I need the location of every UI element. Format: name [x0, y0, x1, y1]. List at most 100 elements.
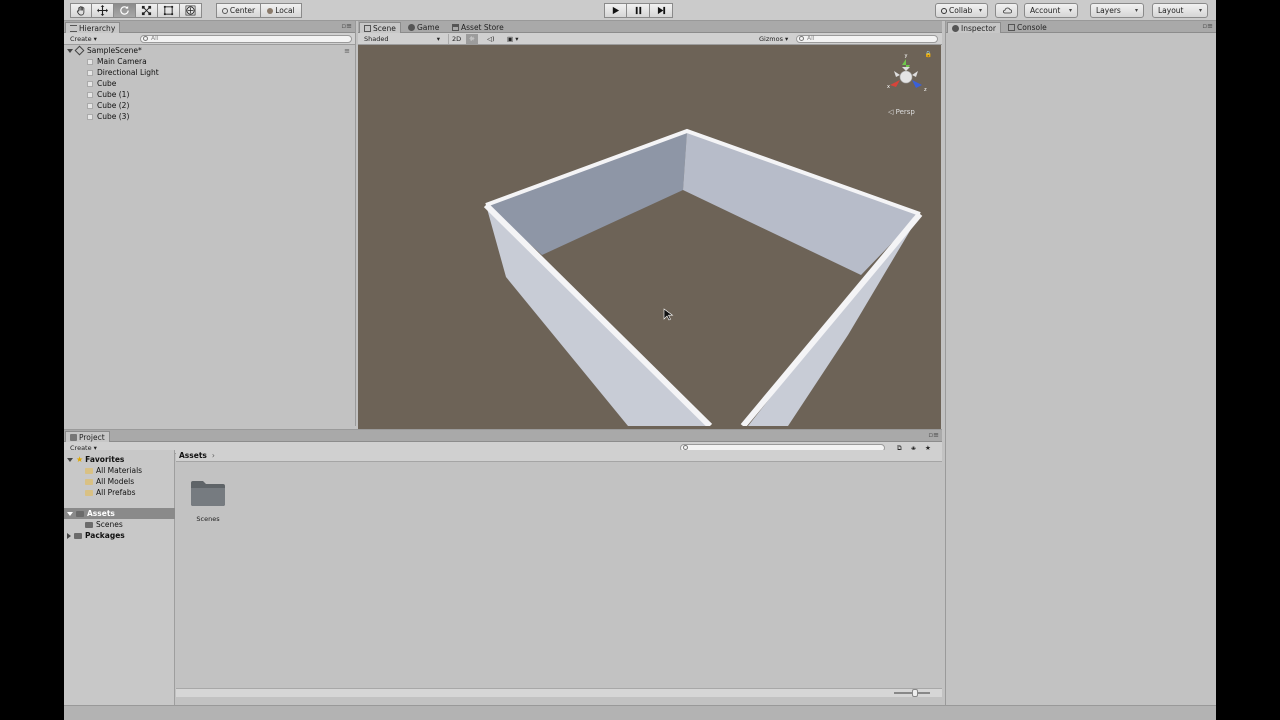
scene-root-row[interactable]: SampleScene* ≡ [67, 45, 352, 56]
scale-tool-button[interactable] [136, 3, 158, 18]
asset-folder-item[interactable]: Scenes [188, 479, 228, 523]
layers-dropdown[interactable]: Layers ▾ [1090, 3, 1144, 18]
favorite-item[interactable]: All Materials [85, 465, 142, 476]
inspector-tab-icon [952, 24, 959, 32]
scene-tab-label: Scene [373, 23, 396, 33]
scale-icon [141, 5, 152, 16]
console-tab-label: Console [1017, 23, 1047, 32]
cloud-button[interactable] [995, 3, 1018, 18]
gameobject-icon [87, 91, 93, 98]
scene-search-input[interactable]: All [796, 35, 938, 43]
status-bar [64, 705, 1216, 720]
scene-orientation-gizmo[interactable]: y x z 🔒 [880, 51, 932, 103]
tab-scene[interactable]: Scene [359, 22, 401, 33]
tab-asset-store[interactable]: Asset Store [448, 22, 508, 33]
scene-menu-icon[interactable]: ≡ [344, 47, 350, 55]
projection-toggle[interactable]: ◁ Persp [888, 108, 915, 116]
collab-check-icon [941, 7, 947, 14]
pivot-local-toggle[interactable]: Local [261, 3, 302, 18]
hierarchy-tabbar: Hierarchy ▫≡ [64, 21, 355, 33]
hierarchy-item[interactable]: Directional Light [87, 67, 159, 78]
account-label: Account [1030, 6, 1061, 15]
breadcrumb-assets[interactable]: Assets [179, 451, 207, 460]
hierarchy-item[interactable]: Cube (2) [87, 100, 129, 111]
scene-effects-dropdown[interactable]: ▣ ▾ [504, 34, 521, 44]
move-tool-button[interactable] [92, 3, 114, 18]
favorite-item[interactable]: All Models [85, 476, 134, 487]
tab-console[interactable]: Console [1004, 22, 1051, 33]
scene-audio-toggle[interactable]: ◁) [484, 34, 498, 44]
slider-thumb[interactable] [912, 689, 918, 697]
hierarchy-item-label: Directional Light [97, 68, 159, 77]
gizmo-lock-icon[interactable]: 🔒 [925, 51, 932, 58]
rect-tool-button[interactable] [158, 3, 180, 18]
gameobject-icon [87, 80, 93, 87]
hand-tool-button[interactable] [70, 3, 92, 18]
console-tab-icon [1008, 24, 1015, 31]
packages-folder-row[interactable]: Packages [67, 530, 125, 541]
rotate-tool-button[interactable] [114, 3, 136, 18]
svg-text:x: x [887, 84, 890, 90]
favorite-item-label: All Prefabs [96, 488, 136, 497]
hierarchy-item[interactable]: Cube (3) [87, 111, 129, 122]
project-panel: Project ▫≡ Create ▾ ⧉ ◈ ★ ★ Favorites Al… [64, 429, 942, 705]
favorite-item-label: All Models [96, 477, 135, 486]
shading-mode-label: Shaded [364, 35, 389, 43]
layout-dropdown[interactable]: Layout ▾ [1152, 3, 1208, 18]
account-dropdown[interactable]: Account ▾ [1024, 3, 1078, 18]
project-tab-icon [70, 433, 77, 441]
asset-subfolder-row[interactable]: Scenes [85, 519, 123, 530]
shading-mode-dropdown[interactable]: Shaded ▾ [361, 34, 443, 44]
layout-label: Layout [1158, 6, 1184, 15]
tab-game[interactable]: Game [404, 22, 443, 33]
collab-dropdown[interactable]: Collab ▾ [935, 3, 988, 18]
hierarchy-search-input[interactable]: All [140, 35, 352, 43]
assets-folder-row[interactable]: Assets [64, 508, 175, 519]
collapse-arrow-icon [67, 532, 71, 539]
playback-group [604, 3, 673, 18]
transform-tools-group [70, 3, 202, 18]
mode-2d-label: 2D [452, 35, 462, 43]
scene-lighting-toggle[interactable]: ☼ [466, 34, 478, 44]
search-folder-icon [85, 489, 93, 496]
tab-hierarchy[interactable]: Hierarchy [65, 22, 121, 33]
favorites-row[interactable]: ★ Favorites [67, 454, 174, 465]
favorite-item[interactable]: All Prefabs [85, 487, 136, 498]
hierarchy-item[interactable]: Cube (1) [87, 89, 129, 100]
mode-2d-toggle[interactable]: 2D [448, 34, 464, 44]
icon-size-slider[interactable] [894, 689, 930, 697]
assets-folder-label: Assets [87, 509, 115, 518]
hierarchy-item-label: Cube [97, 79, 117, 88]
collab-caret-icon: ▾ [978, 7, 982, 14]
svg-text:z: z [924, 87, 927, 93]
asset-store-tab-label: Asset Store [461, 23, 504, 32]
tab-project[interactable]: Project [65, 431, 110, 442]
tab-inspector[interactable]: Inspector [947, 22, 1001, 33]
hierarchy-item[interactable]: Cube [87, 78, 116, 89]
collab-label: Collab [949, 6, 973, 15]
hierarchy-panel: Hierarchy ▫≡ Create ▾ All SampleScene* ≡… [64, 21, 356, 426]
lighting-icon: ☼ [469, 35, 475, 43]
asset-folder-label: Scenes [196, 515, 220, 523]
project-folder-tree: ★ Favorites All Materials All Models All… [64, 450, 175, 705]
hierarchy-create-dropdown[interactable]: Create ▾ [67, 34, 100, 44]
pivot-center-toggle[interactable]: Center [216, 3, 261, 18]
inspector-panel-menu-icon[interactable]: ▫≡ [1202, 22, 1213, 30]
gizmos-label: Gizmos [759, 35, 783, 43]
hand-icon [76, 6, 84, 16]
favorites-star-icon: ★ [76, 455, 84, 464]
play-button[interactable] [604, 3, 627, 18]
scene-viewport[interactable]: y x z 🔒 ◁ Persp [358, 45, 941, 447]
expand-arrow-icon [67, 457, 73, 462]
gizmos-dropdown[interactable]: Gizmos ▾ [756, 34, 791, 44]
transform-tool-button[interactable] [180, 3, 202, 18]
search-folder-icon [85, 478, 93, 485]
scene-tabbar: Scene Game Asset Store [358, 21, 942, 33]
rect-icon [163, 5, 174, 16]
hierarchy-item[interactable]: Main Camera [87, 56, 147, 67]
layers-caret-icon: ▾ [1134, 7, 1138, 14]
pause-button[interactable] [627, 3, 650, 18]
project-panel-menu-icon[interactable]: ▫≡ [928, 431, 939, 439]
step-button[interactable] [650, 3, 673, 18]
hierarchy-panel-menu-icon[interactable]: ▫≡ [341, 22, 352, 30]
